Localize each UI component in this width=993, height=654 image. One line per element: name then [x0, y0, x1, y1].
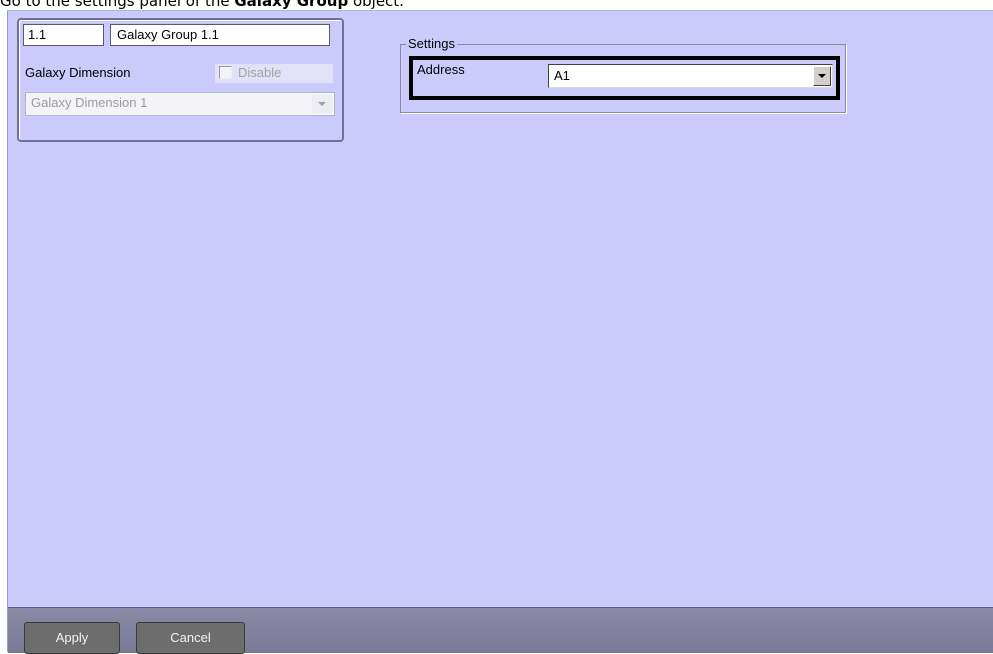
object-name-field[interactable]: Galaxy Group 1.1	[110, 24, 330, 46]
settings-group-title: Settings	[406, 36, 457, 51]
parent-object-select-value: Galaxy Dimension 1	[31, 95, 148, 110]
parent-object-label: Galaxy Dimension	[25, 65, 131, 80]
address-select[interactable]: A1	[548, 64, 833, 88]
address-select-value: A1	[554, 68, 570, 83]
disable-checkbox[interactable]	[219, 66, 232, 79]
caption-suffix: object.	[348, 0, 404, 10]
address-label: Address	[417, 62, 465, 77]
disable-label: Disable	[238, 65, 282, 80]
address-dropdown-button[interactable]	[813, 66, 831, 86]
object-header-box: 1.1 Galaxy Group 1.1 Galaxy Dimension Di…	[17, 18, 344, 142]
parent-object-select[interactable]: Galaxy Dimension 1	[25, 92, 335, 116]
settings-panel: 1.1 Galaxy Group 1.1 Galaxy Dimension Di…	[7, 10, 993, 654]
chevron-down-icon	[818, 74, 826, 78]
caption-prefix: Go to the settings panel of the	[0, 0, 235, 10]
object-id-field[interactable]: 1.1	[23, 24, 104, 46]
apply-button[interactable]: Apply	[24, 622, 120, 654]
bottom-toolbar: Apply Cancel	[8, 607, 993, 654]
cancel-button[interactable]: Cancel	[136, 622, 245, 654]
caption-bold-object: Galaxy Group	[234, 0, 349, 10]
chevron-down-icon	[312, 95, 332, 113]
